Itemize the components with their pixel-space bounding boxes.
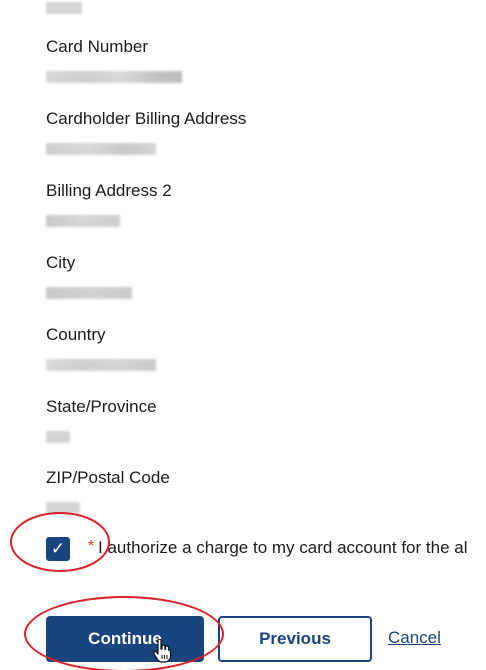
redacted-value [46, 71, 182, 83]
redacted-value [46, 359, 156, 371]
redacted-value [46, 215, 120, 227]
required-marker: * [88, 538, 95, 555]
field-label: Card Number [46, 37, 149, 56]
redacted-value [46, 143, 156, 155]
field-label: City [46, 253, 76, 272]
cancel-link[interactable]: Cancel [388, 628, 441, 648]
field-label: Billing Address 2 [46, 181, 172, 200]
redacted-value [46, 502, 80, 514]
hand-pointer-icon [153, 639, 172, 663]
previous-button[interactable]: Previous [218, 616, 372, 662]
field-label: Country [46, 325, 106, 344]
redacted-value [46, 2, 82, 14]
field-label: State/Province [46, 397, 157, 416]
redacted-value [46, 287, 132, 299]
authorize-charge-checkbox[interactable]: ✓ [46, 537, 70, 561]
authorize-charge-consent: ✓ * I authorize a charge to my card acco… [46, 537, 486, 561]
field-label: ZIP/Postal Code [46, 468, 170, 487]
payment-review-form: Card Number Cardholder Billing Address B… [0, 0, 486, 670]
redacted-value [46, 431, 70, 443]
checkmark-icon: ✓ [50, 539, 66, 559]
authorize-charge-label[interactable]: I authorize a charge to my card account … [98, 538, 467, 558]
continue-button[interactable]: Continue [46, 616, 204, 662]
field-label: Cardholder Billing Address [46, 109, 247, 128]
